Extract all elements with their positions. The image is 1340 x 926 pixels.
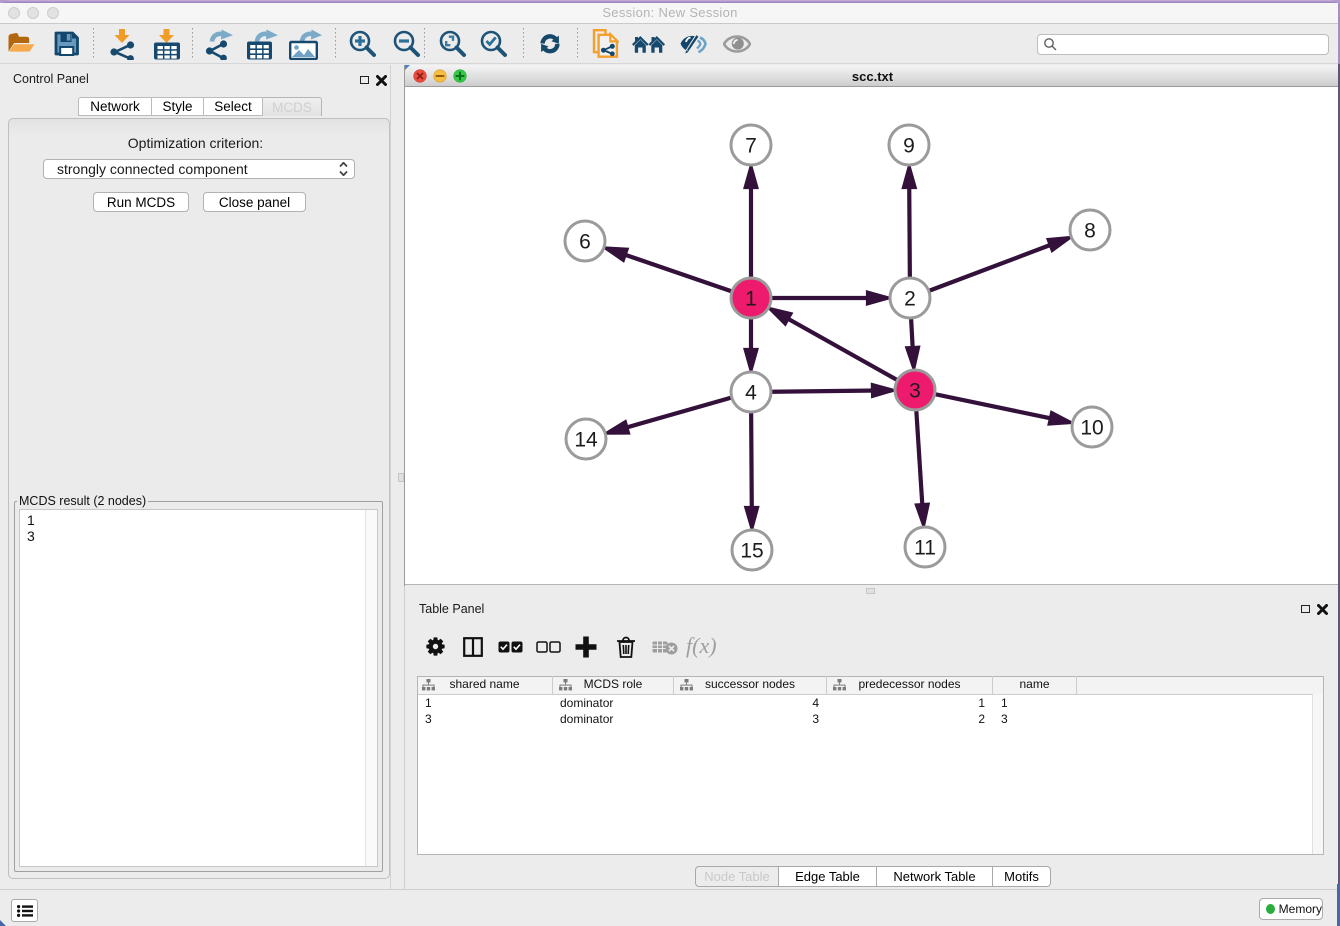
svg-text:7: 7	[745, 135, 757, 158]
svg-text:2: 2	[904, 288, 916, 311]
svg-text:1: 1	[745, 288, 757, 311]
svg-text:10: 10	[1080, 417, 1103, 440]
svg-text:15: 15	[740, 540, 763, 563]
svg-text:8: 8	[1084, 220, 1096, 243]
svg-text:4: 4	[745, 382, 757, 405]
svg-text:3: 3	[909, 380, 921, 403]
svg-text:9: 9	[903, 135, 915, 158]
svg-text:11: 11	[914, 537, 936, 560]
svg-text:14: 14	[574, 429, 598, 452]
svg-text:6: 6	[579, 231, 591, 254]
